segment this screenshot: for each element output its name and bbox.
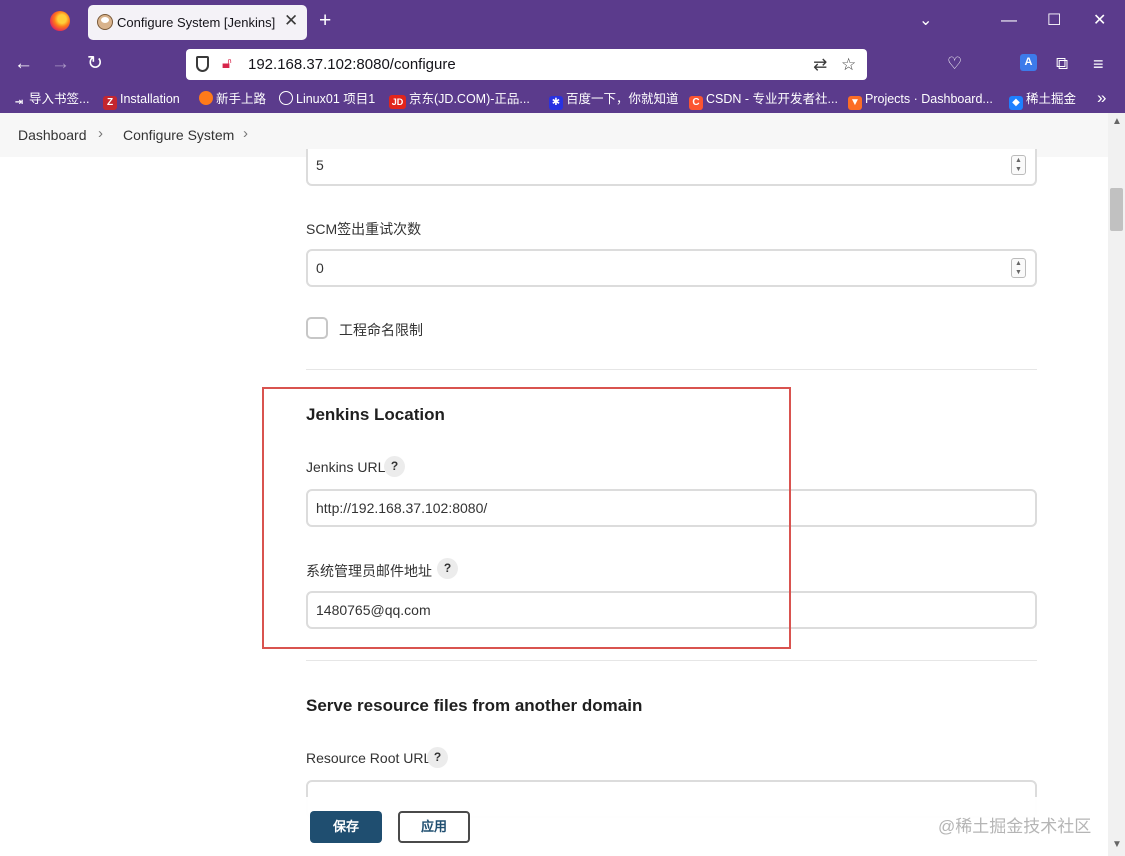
save-button[interactable]: 保存: [310, 811, 382, 843]
csdn-icon: C: [689, 96, 703, 110]
baidu-paw-icon: ✱: [549, 96, 563, 110]
tracking-protection-shield-icon[interactable]: [196, 56, 209, 72]
bookmark-import[interactable]: ⇥ 导入书签...: [12, 91, 90, 110]
number-field-top[interactable]: 5 ▲ ▼: [306, 149, 1037, 186]
bookmark-gitlab-projects[interactable]: ▼ Projects · Dashboard...: [848, 91, 993, 110]
back-icon[interactable]: ←: [14, 53, 33, 75]
section-divider: [306, 660, 1037, 661]
url-bar[interactable]: 🔓︎ 192.168.37.102:8080/configure ⇄ ☆: [186, 49, 867, 80]
tab-title: Configure System [Jenkins]: [117, 15, 276, 30]
scroll-up-arrow-icon[interactable]: ▲: [1112, 116, 1122, 127]
bookmark-installation[interactable]: Z Installation: [103, 91, 180, 110]
bookmark-linux01[interactable]: Linux01 项目1: [279, 91, 375, 107]
bookmarks-toolbar: ⇥ 导入书签... Z Installation 新手上路 Linux01 项目1 …: [0, 84, 1125, 113]
import-icon: ⇥: [14, 97, 24, 108]
serve-resource-title: Serve resource files from another domain: [306, 696, 643, 715]
new-tab-icon[interactable]: +: [319, 9, 331, 33]
browser-titlebar: Configure System [Jenkins] ✕ + ⌄ — ☐ ✕: [0, 0, 1125, 44]
breadcrumb-configure-system[interactable]: Configure System: [123, 127, 234, 143]
section-divider: [306, 369, 1037, 370]
jd-icon: JD: [389, 95, 406, 109]
bookmark-juejin[interactable]: ◆ 稀土掘金: [1009, 91, 1076, 110]
url-text[interactable]: 192.168.37.102:8080/configure: [248, 56, 456, 73]
breadcrumb-separator-icon[interactable]: ›: [243, 125, 248, 142]
bookmark-csdn[interactable]: C CSDN - 专业开发者社...: [689, 91, 838, 110]
resource-root-url-help-icon[interactable]: ?: [427, 747, 448, 768]
project-naming-checkbox[interactable]: [306, 317, 328, 339]
firefox-logo-icon[interactable]: [50, 11, 70, 31]
annotation-highlight-box: [262, 387, 791, 649]
firefox-icon: [199, 91, 213, 105]
juejin-icon: ◆: [1009, 96, 1023, 110]
number-spinner-icon[interactable]: ▲ ▼: [1011, 155, 1026, 175]
bookmark-star-icon[interactable]: ☆: [841, 55, 856, 75]
gitlab-icon: ▼: [848, 96, 862, 110]
breadcrumb-separator-icon[interactable]: ›: [98, 125, 103, 142]
tab-close-icon[interactable]: ✕: [284, 11, 298, 31]
translate-extension-icon[interactable]: A: [1020, 54, 1037, 71]
jenkins-favicon-icon: [97, 14, 113, 30]
bookmark-getting-started[interactable]: 新手上路: [199, 91, 266, 107]
list-all-tabs-icon[interactable]: ⌄: [919, 10, 932, 32]
zentao-z-icon: Z: [103, 96, 117, 110]
scm-retry-input[interactable]: 0 ▲ ▼: [306, 249, 1037, 287]
menu-hamburger-icon[interactable]: ≡: [1093, 53, 1104, 75]
scroll-down-arrow-icon[interactable]: ▼: [1112, 839, 1122, 850]
tab-configure-system[interactable]: Configure System [Jenkins] ✕: [88, 5, 307, 40]
number-spinner-icon[interactable]: ▲ ▼: [1011, 258, 1026, 278]
project-naming-label[interactable]: 工程命名限制: [339, 320, 423, 340]
reload-icon[interactable]: ↻: [87, 53, 103, 75]
browser-navbar: ← → ↻ 🔓︎ 192.168.37.102:8080/configure ⇄…: [0, 44, 1125, 84]
breadcrumb-dashboard[interactable]: Dashboard: [18, 127, 87, 143]
extensions-icon[interactable]: ⧉: [1056, 53, 1068, 75]
page-translate-icon[interactable]: ⇄: [813, 55, 827, 75]
globe-icon: [279, 91, 293, 105]
pocket-icon[interactable]: ♡: [947, 53, 962, 75]
watermark-text: @稀土掘金技术社区: [938, 817, 1092, 836]
bookmark-baidu[interactable]: ✱ 百度一下，你就知道: [549, 91, 679, 110]
scm-retry-label: SCM签出重试次数: [306, 221, 422, 237]
bookmarks-overflow-chevron-icon[interactable]: »: [1097, 88, 1106, 108]
bookmark-jd[interactable]: JD 京东(JD.COM)-正品...: [389, 91, 530, 109]
forward-icon[interactable]: →: [51, 53, 70, 75]
insecure-lock-icon[interactable]: 🔓︎: [222, 55, 232, 72]
window-close-icon[interactable]: ✕: [1093, 10, 1106, 32]
minimize-icon[interactable]: —: [1001, 10, 1017, 32]
resource-root-url-label: Resource Root URL: [306, 750, 432, 766]
scroll-thumb[interactable]: [1110, 188, 1123, 231]
apply-button[interactable]: 应用: [398, 811, 470, 843]
maximize-icon[interactable]: ☐: [1047, 10, 1061, 32]
page-scrollbar[interactable]: ▲ ▼: [1108, 113, 1125, 856]
